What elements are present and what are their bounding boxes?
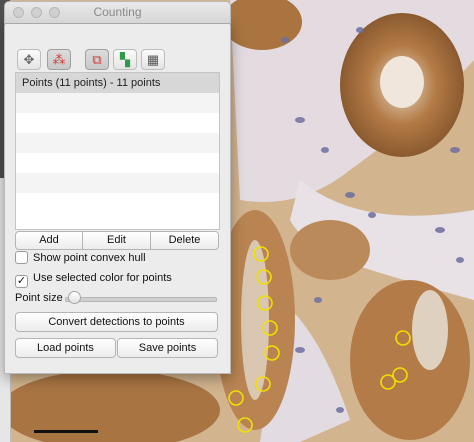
overlay-circles-icon: ⧉	[92, 52, 102, 67]
selected-color-option[interactable]: ✓ Use selected color for points	[15, 271, 172, 288]
move-arrows-icon: ✥	[23, 52, 35, 67]
empty-row	[16, 133, 219, 153]
points-list[interactable]: Points (11 points) - 11 points	[15, 72, 220, 230]
save-points-button[interactable]: Save points	[117, 338, 218, 358]
detection-overlay-toggle[interactable]: ⧉	[85, 49, 109, 70]
empty-row	[16, 153, 219, 173]
points-cluster-icon: ⁂	[52, 52, 66, 67]
scale-bar	[34, 430, 98, 433]
empty-row	[16, 173, 219, 193]
annotation-overlay-toggle[interactable]: ▚	[113, 49, 137, 70]
grid-icon: ▦	[146, 52, 160, 67]
edit-button[interactable]: Edit	[82, 231, 151, 250]
convex-hull-label: Show point convex hull	[33, 252, 146, 264]
window-title: Counting	[93, 5, 142, 19]
add-button[interactable]: Add	[15, 231, 83, 250]
points-tool-button[interactable]: ⁂	[47, 49, 71, 70]
grid-overlay-toggle[interactable]: ▦	[141, 49, 165, 70]
convert-detections-button[interactable]: Convert detections to points	[15, 312, 218, 332]
delete-button[interactable]: Delete	[150, 231, 219, 250]
list-buttons: Add Edit Delete	[15, 231, 220, 251]
convex-hull-checkbox[interactable]	[15, 251, 28, 264]
move-tool-button[interactable]: ✥	[17, 49, 41, 70]
annotation-dots-icon: ▚	[120, 52, 130, 67]
convex-hull-option[interactable]: Show point convex hull	[15, 251, 146, 267]
empty-row	[16, 113, 219, 133]
list-item[interactable]: Points (11 points) - 11 points	[16, 73, 219, 93]
load-points-button[interactable]: Load points	[15, 338, 116, 358]
selected-color-checkbox[interactable]: ✓	[15, 275, 28, 288]
empty-row	[16, 193, 219, 213]
point-size-label: Point size	[15, 292, 63, 304]
point-size-slider[interactable]	[65, 297, 217, 302]
checkmark-icon: ✓	[16, 275, 27, 287]
counting-panel: Counting ✥ ⁂ ⧉ ▚ ▦ Points (11 points) - …	[4, 1, 231, 374]
point-size-slider-handle[interactable]	[67, 291, 81, 304]
title-bar[interactable]: Counting	[4, 1, 231, 24]
empty-row	[16, 93, 219, 113]
selected-color-label: Use selected color for points	[33, 272, 172, 284]
